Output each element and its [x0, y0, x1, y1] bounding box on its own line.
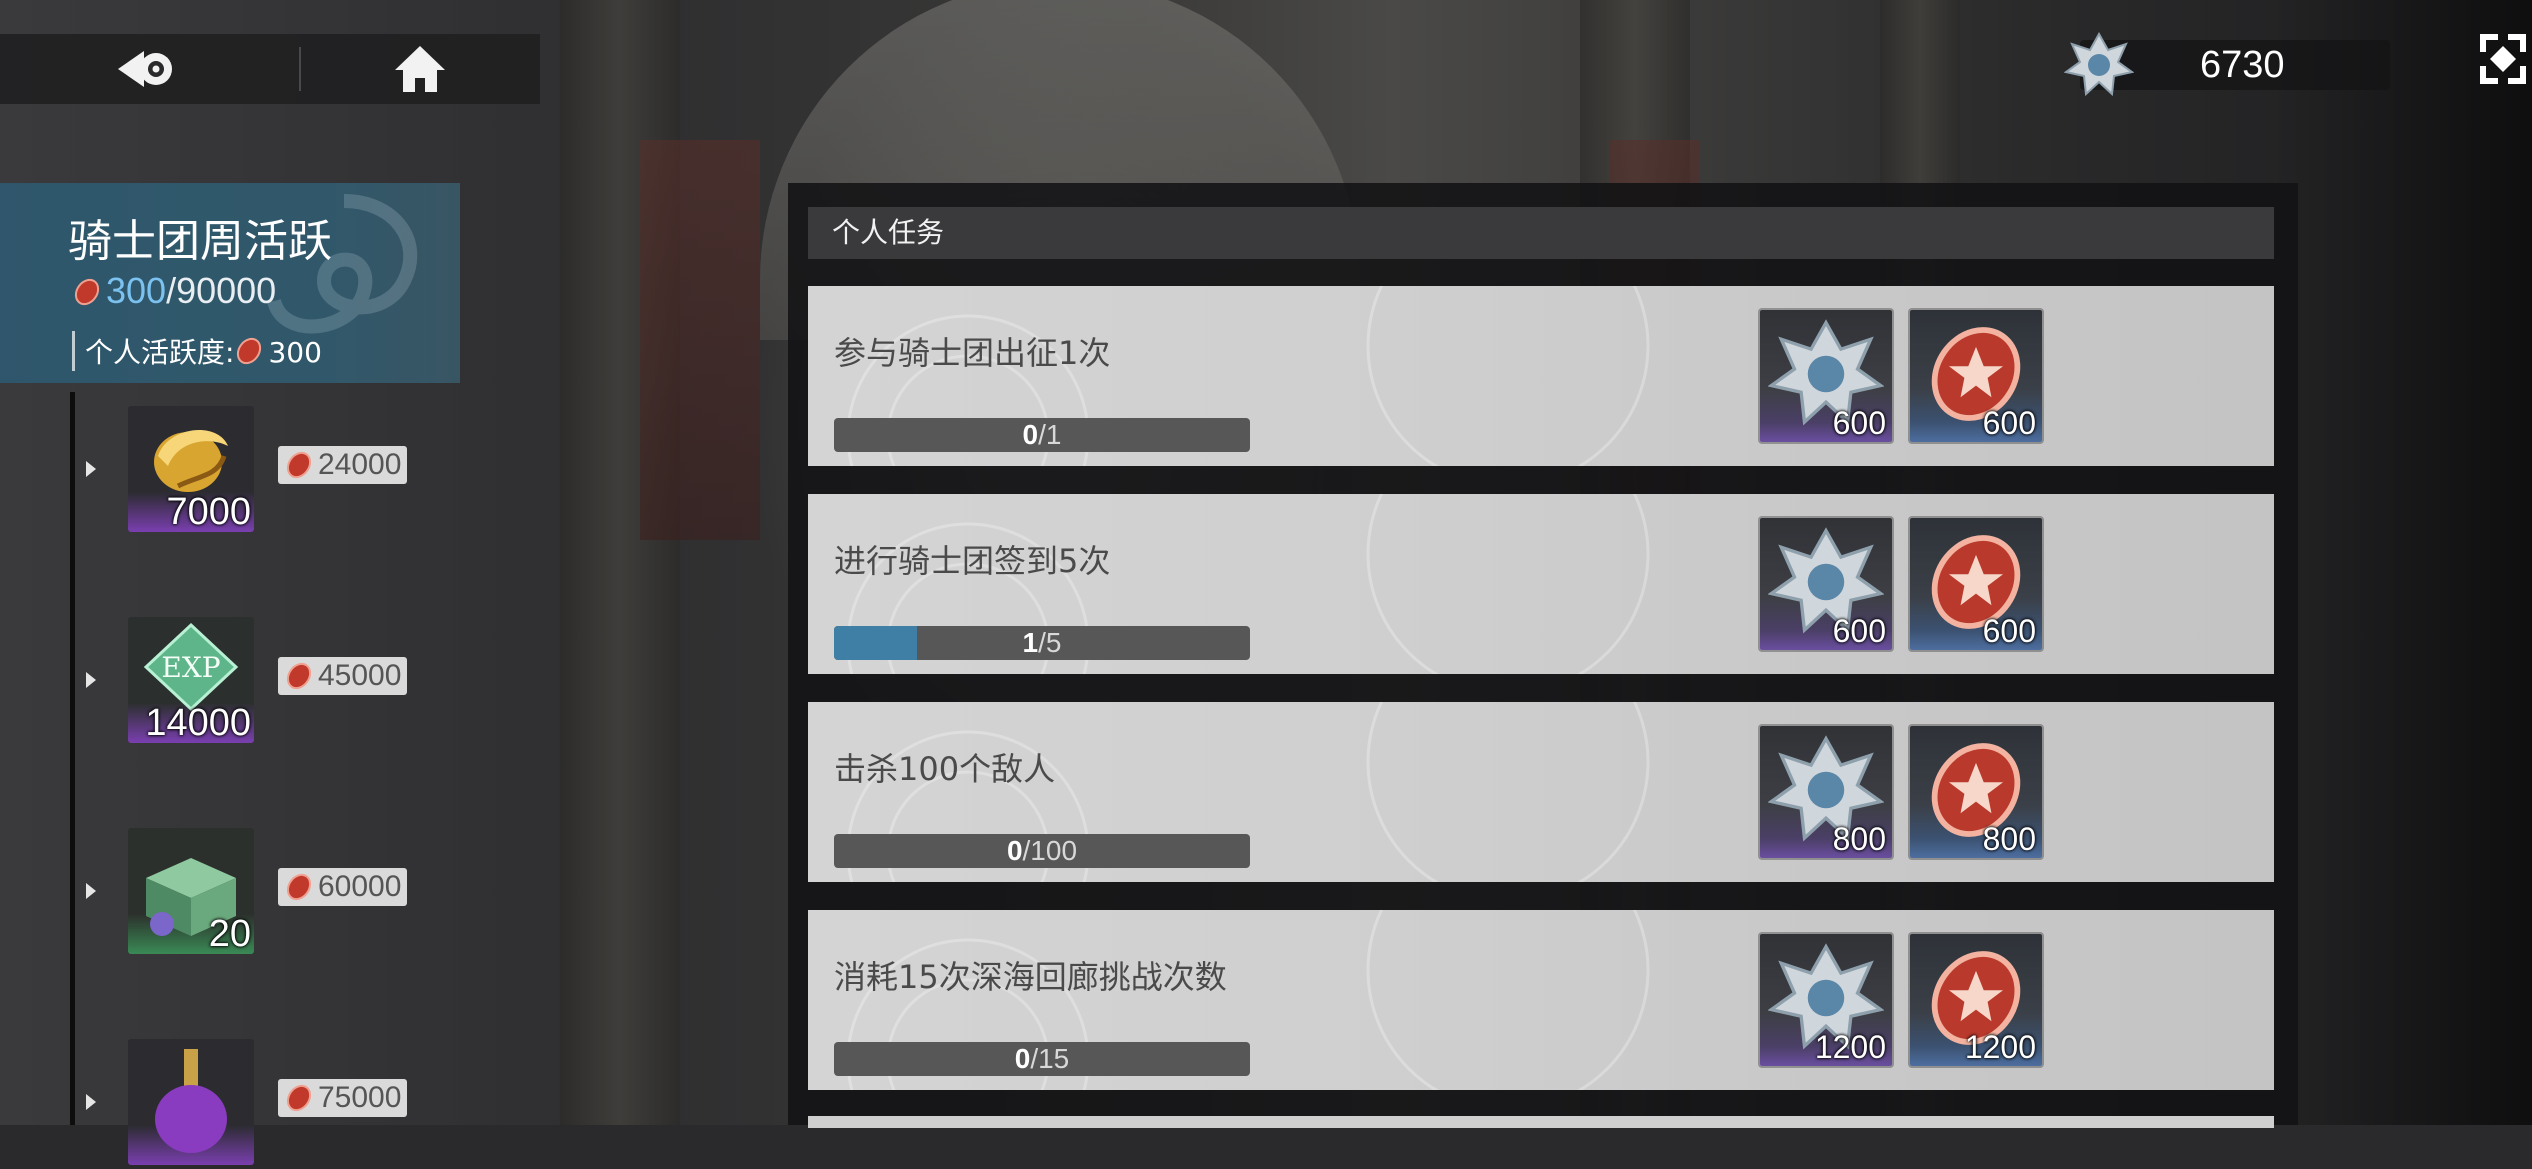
task-progress-total: /100	[1022, 835, 1078, 866]
task-progress-bar: 0/15	[834, 1042, 1250, 1076]
personal-activity-value: 300	[268, 336, 322, 369]
milestone-reward-count: 7000	[166, 491, 251, 532]
reward-count: 800	[1832, 821, 1886, 857]
task-progress-current: 1	[1022, 627, 1039, 658]
personal-activity: 个人活跃度: 300	[72, 331, 322, 371]
task-row[interactable]: 击杀100个敌人 0/100 800 800	[808, 702, 2274, 882]
task-progress-bar: 0/100	[834, 834, 1250, 868]
reward-count: 600	[1832, 405, 1886, 441]
activity-coin-icon	[286, 451, 312, 479]
activity-coin-icon	[286, 1084, 312, 1112]
reward-count: 1200	[1814, 1029, 1886, 1065]
silver-crest-icon	[2064, 32, 2134, 97]
milestone-reward-item[interactable]: 7000	[128, 406, 254, 532]
top-nav-bar	[0, 34, 540, 104]
reward-item-activity-coin[interactable]: 800	[1910, 726, 2042, 858]
milestone-reward-item[interactable]	[128, 1039, 254, 1165]
task-progress-total: /1	[1038, 419, 1062, 450]
reward-count: 600	[1832, 613, 1886, 649]
milestone-reward-count: 20	[208, 913, 251, 954]
reward-item-activity-coin[interactable]: 600	[1910, 310, 2042, 442]
milestone-requirement: 60000	[278, 868, 408, 906]
reward-count: 600	[1982, 613, 2036, 649]
milestone-reward-item[interactable]: EXP 14000	[128, 617, 254, 743]
milestone-requirement: 45000	[278, 657, 408, 695]
milestone-requirement-value: 60000	[318, 870, 402, 903]
reward-item-activity-coin[interactable]: 1200	[1910, 934, 2042, 1066]
task-progress-current: 0	[1006, 835, 1023, 866]
guild-progress-current: 300	[106, 270, 167, 311]
task-progress-bar: 1/5	[834, 626, 1250, 660]
task-progress-text: 0/100	[834, 834, 1250, 868]
task-description: 参与骑士团出征1次	[834, 334, 1111, 372]
milestone-requirement-value: 75000	[318, 1081, 402, 1114]
currency-value: 6730	[2200, 44, 2285, 86]
expand-arrow-icon[interactable]	[86, 461, 96, 477]
task-description: 击杀100个敌人	[834, 750, 1056, 788]
back-button[interactable]	[0, 34, 299, 104]
task-progress-bar: 0/1	[834, 418, 1250, 452]
milestone-row[interactable]: 7000 24000	[0, 406, 460, 536]
weekly-activity-summary: 骑士团周活跃 300/90000 个人活跃度: 300	[0, 183, 460, 383]
summary-title: 骑士团周活跃	[68, 216, 332, 267]
task-row[interactable]: 进行骑士团签到5次 1/5 600 600	[808, 494, 2274, 674]
expand-arrow-icon[interactable]	[86, 883, 96, 899]
reward-item-silver-crest[interactable]: 600	[1760, 518, 1892, 650]
task-progress-total: /5	[1038, 627, 1062, 658]
potion-icon	[155, 1049, 227, 1153]
home-button[interactable]	[298, 46, 540, 92]
milestone-requirement-value: 45000	[318, 659, 402, 692]
task-description: 消耗15次深海回廊挑战次数	[834, 958, 1227, 996]
task-progress-current: 0	[1022, 419, 1039, 450]
back-arrow-icon	[118, 51, 173, 87]
activity-coin-icon	[74, 278, 100, 306]
task-description: 进行骑士团签到5次	[834, 542, 1111, 580]
task-row[interactable]: 消耗15次深海回廊挑战次数 0/15 1200 1200	[808, 910, 2274, 1090]
task-progress-total: /15	[1030, 1043, 1070, 1074]
milestone-row[interactable]: 20 60000	[0, 828, 460, 958]
milestone-row[interactable]: EXP 14000 45000	[0, 617, 460, 747]
reward-item-silver-crest[interactable]: 1200	[1760, 934, 1892, 1066]
currency-display: 6730	[2064, 32, 2390, 97]
milestone-reward-item[interactable]: 20	[128, 828, 254, 954]
task-progress-text: 0/15	[834, 1042, 1250, 1076]
reward-count: 600	[1982, 405, 2036, 441]
milestone-requirement: 24000	[278, 446, 408, 484]
reward-item-silver-crest[interactable]: 600	[1760, 310, 1892, 442]
task-row-next-partial[interactable]	[808, 1116, 2274, 1128]
reward-count: 800	[1982, 821, 2036, 857]
milestone-reward-count: 14000	[145, 702, 251, 743]
reward-item-silver-crest[interactable]: 800	[1760, 726, 1892, 858]
task-progress-current: 0	[1014, 1043, 1031, 1074]
expand-arrow-icon[interactable]	[86, 1094, 96, 1110]
activity-coin-icon	[237, 337, 262, 365]
svg-text:EXP: EXP	[161, 651, 220, 684]
guild-progress: 300/90000	[72, 270, 276, 312]
task-progress-text: 0/1	[834, 418, 1250, 452]
milestone-row[interactable]: 75000	[0, 1039, 460, 1169]
task-row[interactable]: 参与骑士团出征1次 0/1 600 600	[808, 286, 2274, 466]
task-progress-text: 1/5	[834, 626, 1250, 660]
reward-count: 1200	[1964, 1029, 2036, 1065]
fullscreen-button[interactable]	[2478, 32, 2528, 86]
milestone-requirement-value: 24000	[318, 448, 402, 481]
home-icon	[395, 46, 446, 92]
guild-progress-total: /90000	[166, 270, 277, 311]
milestone-requirement: 75000	[278, 1079, 408, 1117]
activity-coin-icon	[286, 662, 312, 690]
fullscreen-icon	[2480, 34, 2526, 84]
personal-activity-label: 个人活跃度:	[85, 336, 235, 369]
reward-item-activity-coin[interactable]: 600	[1910, 518, 2042, 650]
panel-header: 个人任务	[808, 207, 2274, 259]
activity-coin-icon	[286, 873, 312, 901]
expand-arrow-icon[interactable]	[86, 672, 96, 688]
